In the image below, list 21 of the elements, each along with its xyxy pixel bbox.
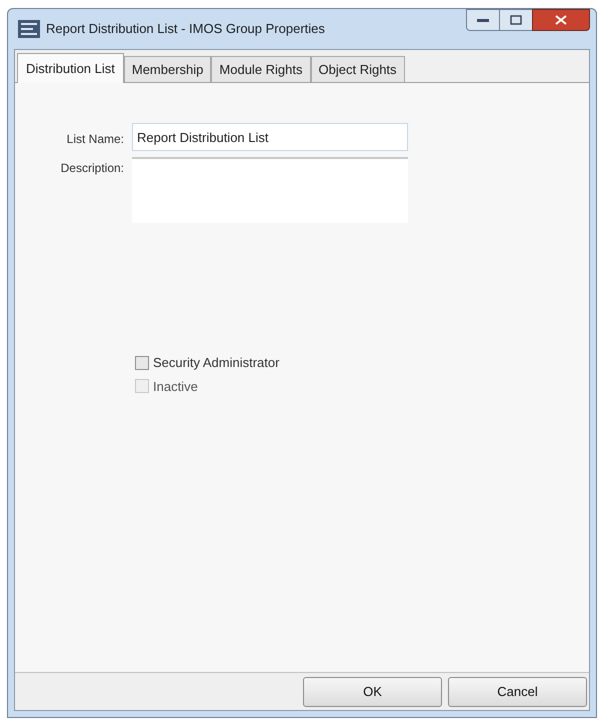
maximize-icon — [510, 15, 522, 25]
close-button[interactable] — [532, 9, 590, 31]
field-label: List Name: — [66, 131, 125, 148]
list-name-field[interactable]: Report Distribution List — [132, 123, 408, 151]
maximize-button[interactable] — [500, 9, 532, 31]
checkbox[interactable] — [135, 356, 149, 370]
tab[interactable]: Object Rights — [310, 56, 405, 82]
dialog-button[interactable]: Cancel — [448, 676, 587, 706]
tab[interactable]: Module Rights — [211, 56, 311, 82]
window-title: Report Distribution List - IMOS Group Properties — [46, 20, 325, 38]
minimize-button[interactable] — [466, 9, 500, 31]
app-logo-icon — [18, 20, 40, 38]
minimize-icon — [477, 18, 489, 22]
dialog-button[interactable]: OK — [303, 676, 442, 706]
tab[interactable]: Distribution List — [17, 53, 124, 83]
checkbox-label: Security Administrator — [153, 354, 280, 372]
close-icon — [555, 15, 567, 25]
field-label: Description: — [60, 160, 125, 177]
checkbox-label: Inactive — [153, 378, 198, 396]
description-field[interactable] — [132, 157, 408, 223]
tab[interactable]: Membership — [124, 56, 212, 82]
